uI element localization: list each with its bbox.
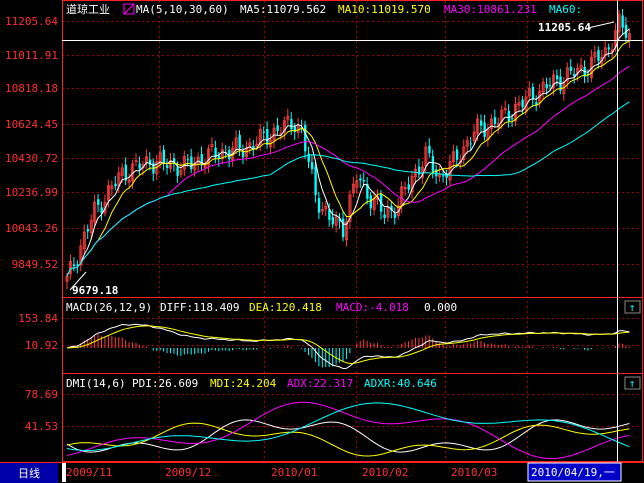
candle-body-down [97,199,100,205]
price-tick-1: 11011.91 [5,49,58,62]
price-tick-7: 9849.52 [12,258,58,271]
candle-body-down [621,15,624,28]
candle-body-down [545,84,548,89]
dmi-mdi: MDI:24.204 [210,377,277,390]
candle-body-down [314,166,317,195]
candle-body-down [507,110,510,122]
ma5-value: MA5:11079.562 [240,3,326,16]
price-tick-0: 11205.64 [5,15,58,28]
macd-tick-1: 10.92 [25,339,58,352]
candle-body-down [138,163,141,169]
candle-body-down [166,164,169,169]
candle-body-down [331,216,335,225]
candle-body-down [86,229,90,232]
candle-body-down [262,131,266,133]
candle-body-down [569,66,573,71]
ma-params: MA(5,10,30,60) [136,3,229,16]
dmi-pdi: PDI:26.609 [132,377,198,390]
candle-body-down [114,183,117,187]
price-tick-5: 10236.99 [5,186,58,199]
candle-body-down [290,119,293,130]
date-label-1: 2009/12 [165,466,211,479]
max-price-label: 11205.64 [538,21,591,34]
dmi-tick-0: 78.69 [25,388,58,401]
macd-expand-icon: ↑ [629,301,636,314]
price-tick-4: 10430.72 [5,152,58,165]
candle-body-down [266,129,269,145]
date-label-0: 2009/11 [66,466,112,479]
candle-body-down [162,149,165,163]
date-label-4: 2010/03 [451,466,497,479]
candle-body-down [549,85,552,87]
price-tick-6: 10043.26 [5,222,58,235]
candle-body-down [186,159,190,161]
stock-chart[interactable]: 道琼工业 MA(5,10,30,60) MA5:11079.562 MA10:1… [0,0,644,483]
candle-body-down [362,179,366,182]
candle-body-down [238,134,241,149]
ma10-value: MA10:11019.570 [338,3,431,16]
candle-body-down [293,126,297,133]
candle-body-down [607,47,611,50]
candle-body-down [455,149,459,160]
candle-body-down [435,169,438,177]
macd-tick-0: 153.84 [18,312,58,325]
macd-dea: DEA:120.418 [249,301,322,314]
scroll-left-marker[interactable] [62,463,66,482]
ma30-value: MA30:10861.231 [444,3,537,16]
candle-body-down [310,162,314,170]
candle-body-down [493,117,497,124]
candle-body-down [317,198,321,213]
dmi-adx: ADX:22.317 [287,377,353,390]
candle-body-down [531,87,535,100]
dmi-tick-1: 41.53 [25,420,58,433]
price-tick-3: 10624.45 [5,118,58,131]
macd-diff: DIFF:118.409 [160,301,239,314]
candle-body-down [176,167,179,176]
candle-body-down [442,175,445,177]
candle-body-down [480,120,483,126]
candle-body-down [276,125,279,132]
date-label-2: 2010/01 [271,466,317,479]
candle-body-down [190,156,193,170]
candle-body-down [342,218,345,238]
candle-body-down [511,118,514,120]
price-panel-header: 道琼工业 MA(5,10,30,60) MA5:11079.562 MA10:1… [66,2,582,16]
cursor-date: 2010/04/19,一 [531,466,615,479]
candle-body-down [72,264,76,267]
candle-body-down [428,145,431,154]
candle-body-down [555,75,559,80]
candle-body-down [431,156,435,172]
candle-body-down [359,178,362,181]
macd-value: MACD:-4.018 [336,301,409,314]
dmi-params: DMI(14,6) [66,377,126,390]
dmi-expand-icon: ↑ [629,377,636,390]
macd-params: MACD(26,12,9) [66,301,152,314]
macd-extra: 0.000 [424,301,457,314]
date-label-3: 2010/02 [362,466,408,479]
min-price-label: 9679.18 [72,284,118,297]
dmi-adxr: ADXR:40.646 [364,377,437,390]
candle-body-down [469,143,473,145]
price-tick-2: 10818.18 [5,82,58,95]
candle-body-down [369,195,372,209]
candle-body-down [521,99,524,107]
index-title: 道琼工业 [66,2,110,16]
candle-body-down [483,122,486,137]
ma60-value: MA60: [549,3,582,16]
candle-body-down [407,184,410,190]
candle-body-down [393,213,397,218]
candle-body-down [597,50,600,61]
period-button[interactable]: 日线 [18,466,40,480]
candle-body-down [383,214,386,218]
